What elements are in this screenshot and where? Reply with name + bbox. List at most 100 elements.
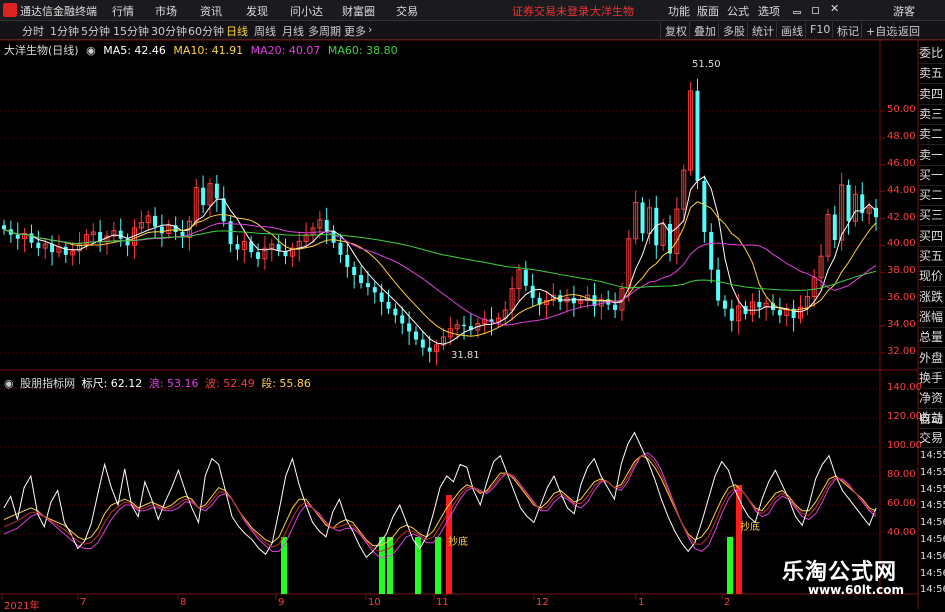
date-axis-label: 7 bbox=[80, 597, 87, 608]
candle-body bbox=[407, 323, 412, 332]
indicator-axis-label: 100.00 bbox=[887, 440, 922, 451]
low-annotation: 31.81 bbox=[451, 350, 480, 361]
wave1-label: 浪: 53.16 bbox=[148, 377, 199, 390]
indicator-axis-label: 140.00 bbox=[887, 382, 922, 393]
candle-body bbox=[365, 283, 370, 288]
price-axis-label: 38.00 bbox=[887, 265, 916, 277]
candle-body bbox=[359, 275, 364, 284]
tick-time: 14:55 bbox=[920, 483, 945, 495]
tick-time: 14:56 bbox=[920, 517, 945, 529]
date-axis-label: 12 bbox=[536, 597, 549, 608]
buy-signal-label-1: 抄底 bbox=[448, 537, 468, 548]
side-field[interactable]: 现价 bbox=[919, 267, 945, 288]
candle-body bbox=[235, 244, 240, 250]
candle-body bbox=[36, 242, 41, 249]
settings-circle-icon[interactable]: ◉ bbox=[86, 44, 96, 57]
candle-body bbox=[400, 315, 405, 324]
candle-body bbox=[571, 297, 576, 304]
candle-body bbox=[50, 244, 55, 253]
candle-body bbox=[613, 304, 618, 310]
date-axis-label: 11 bbox=[436, 597, 449, 608]
candle-body bbox=[214, 183, 219, 199]
candle-body bbox=[846, 184, 851, 222]
candle-body bbox=[228, 221, 233, 245]
date-axis-label: 1 bbox=[638, 597, 645, 608]
ma20-label: MA20: 40.07 bbox=[250, 44, 321, 57]
tick-time: 14:55 bbox=[920, 466, 945, 478]
candle-body bbox=[386, 301, 391, 309]
date-axis-label: 9 bbox=[278, 597, 285, 608]
side-field[interactable]: 外盘 bbox=[919, 349, 945, 369]
buy-signal-bar bbox=[736, 485, 742, 594]
ma5-label: MA5: 42.46 bbox=[103, 44, 166, 57]
volume-signal-bar bbox=[387, 537, 393, 594]
side-field[interactable]: 卖一 bbox=[919, 146, 945, 166]
candle-body bbox=[530, 285, 535, 298]
candle-body bbox=[201, 187, 206, 206]
watermark-url: www.60lt.com bbox=[808, 583, 905, 597]
watermark-title: 乐淘公式网 bbox=[782, 560, 898, 585]
price-axis-label: 48.00 bbox=[887, 130, 916, 142]
candle-body bbox=[338, 242, 343, 255]
ma10-label: MA10: 41.91 bbox=[173, 44, 244, 57]
tick-time: 14:55 bbox=[920, 500, 945, 512]
main-title-bar: 大洋生物(日线) ◉ MA5: 42.46 MA10: 41.91 MA20: … bbox=[4, 42, 402, 58]
price-axis-label: 50.00 bbox=[887, 104, 916, 115]
candle-body bbox=[372, 287, 377, 293]
side-auto-trade[interactable]: 交易 bbox=[919, 429, 945, 448]
date-axis-label: 8 bbox=[180, 597, 187, 608]
side-field[interactable]: 买三 bbox=[919, 206, 945, 227]
candle-body bbox=[420, 339, 425, 348]
price-axis-label: 36.00 bbox=[887, 292, 916, 304]
price-axis-label: 44.00 bbox=[887, 184, 916, 196]
candle-body bbox=[722, 300, 727, 309]
tick-time: 14:56 bbox=[920, 584, 945, 596]
side-field[interactable]: 买五 bbox=[919, 247, 945, 267]
side-field[interactable]: 总量 bbox=[919, 328, 945, 349]
indicator-title-bar: ◉ 股朋指标网 标尺: 62.12 浪: 53.16 波: 52.49 段: 5… bbox=[4, 375, 314, 391]
indicator-axis-label: 40.00 bbox=[887, 527, 916, 538]
ma60-label: MA60: 38.80 bbox=[327, 44, 398, 57]
side-field[interactable]: 买二 bbox=[919, 186, 945, 207]
kline-chart[interactable] bbox=[0, 0, 945, 609]
side-field[interactable]: 买四 bbox=[919, 227, 945, 247]
candle-body bbox=[558, 295, 563, 302]
tick-time: 14:56 bbox=[920, 550, 945, 562]
side-field[interactable]: 涨幅 bbox=[919, 308, 945, 328]
indicator-axis-label: 80.00 bbox=[887, 469, 916, 480]
price-axis-label: 40.00 bbox=[887, 238, 916, 250]
date-axis-label: 2 bbox=[724, 597, 731, 608]
side-field[interactable]: 净资 bbox=[919, 389, 945, 410]
candle-body bbox=[256, 252, 261, 259]
candle-body bbox=[462, 324, 467, 327]
date-axis-label: 10 bbox=[368, 597, 381, 608]
side-field[interactable]: 换手 bbox=[919, 369, 945, 389]
candle-body bbox=[29, 233, 34, 243]
side-auto-trade[interactable]: 自动 bbox=[919, 410, 945, 429]
indicator-name: 股朋指标网 bbox=[20, 377, 76, 390]
candle-body bbox=[716, 269, 721, 301]
side-field[interactable]: 卖五 bbox=[919, 64, 945, 85]
tick-time: 14:56 bbox=[920, 567, 945, 579]
side-field[interactable]: 买一 bbox=[919, 166, 945, 186]
candle-body bbox=[352, 266, 357, 276]
candle-body bbox=[379, 292, 384, 302]
candle-body bbox=[2, 225, 6, 230]
side-field[interactable]: 卖二 bbox=[919, 125, 945, 146]
candle-body bbox=[125, 238, 130, 246]
seg-label: 段: 55.86 bbox=[261, 377, 311, 390]
candle-body bbox=[832, 214, 837, 241]
candle-body bbox=[393, 308, 398, 316]
side-field[interactable]: 卖四 bbox=[919, 85, 945, 105]
price-axis-label: 32.00 bbox=[887, 346, 916, 357]
candle-body bbox=[523, 269, 528, 286]
side-field[interactable]: 卖三 bbox=[919, 105, 945, 125]
indicator-settings-icon[interactable]: ◉ bbox=[4, 377, 14, 390]
side-field[interactable]: 委比 bbox=[919, 44, 945, 64]
candle-body bbox=[427, 347, 432, 352]
tick-time: 14:56 bbox=[920, 534, 945, 545]
wave2-label: 波: 52.49 bbox=[205, 377, 255, 390]
side-field[interactable]: 涨跌 bbox=[919, 288, 945, 308]
candle-body bbox=[777, 309, 782, 316]
candle-body bbox=[118, 230, 123, 239]
